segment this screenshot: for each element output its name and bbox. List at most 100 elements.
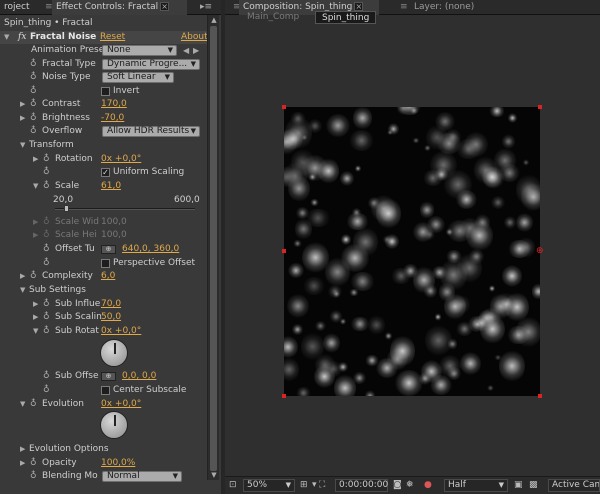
close-icon[interactable]: × <box>354 2 364 11</box>
reset-link[interactable]: Reset <box>100 31 125 44</box>
stopwatch-icon[interactable]: ♁ <box>30 127 39 136</box>
fx-icon[interactable]: fx <box>18 31 26 44</box>
perspective-offset-checkbox[interactable] <box>101 259 110 268</box>
zoom-dropdown[interactable]: 50% ▼ <box>243 479 295 492</box>
sub-rotation-value[interactable]: 0x +0,0° <box>101 325 141 338</box>
grid-icon[interactable]: ▾ <box>312 479 317 492</box>
evolution-value[interactable]: 0x +0,0° <box>101 398 141 411</box>
tab-effect-controls[interactable]: Effect Controls: Fractal × <box>52 0 187 15</box>
stopwatch-icon[interactable]: ♁ <box>43 155 52 164</box>
scroll-down-icon[interactable]: ▼ <box>210 471 218 479</box>
comp-tab-spin-thing[interactable]: Spin_thing <box>315 11 377 24</box>
opacity-value[interactable]: 100,0% <box>101 457 135 470</box>
expand-triangle-icon[interactable]: ▶ <box>33 311 38 324</box>
noise-type-dropdown[interactable]: Soft Linear ▼ <box>102 72 174 83</box>
stopwatch-icon[interactable]: ♁ <box>30 400 39 409</box>
mask-visibility-icon[interactable]: ⛶ <box>319 479 325 492</box>
layer-handle[interactable] <box>282 394 286 398</box>
overflow-dropdown[interactable]: Allow HDR Results ▼ <box>102 126 200 137</box>
stopwatch-icon[interactable]: ♁ <box>43 372 52 381</box>
stopwatch-icon[interactable]: ♁ <box>43 386 52 395</box>
collapse-triangle-icon[interactable]: ▼ <box>33 180 38 193</box>
layer-handle[interactable] <box>282 105 286 109</box>
comp-tab-main[interactable]: Main_Comp <box>247 12 299 22</box>
stopwatch-icon[interactable]: ♁ <box>43 327 52 336</box>
stopwatch-icon[interactable]: ♁ <box>30 87 39 96</box>
panel-menu-icon[interactable]: ▸≡ <box>196 0 216 15</box>
timecode-field[interactable]: 0:00:00:00 <box>335 479 388 492</box>
contrast-value[interactable]: 170,0 <box>101 98 127 111</box>
expand-triangle-icon[interactable]: ▶ <box>20 457 25 470</box>
animation-preset-dropdown[interactable]: None ▼ <box>102 45 177 56</box>
collapse-triangle-icon[interactable]: ▼ <box>20 398 25 411</box>
color-channels-icon[interactable]: ● <box>424 479 432 492</box>
blending-mode-dropdown[interactable]: Normal ▼ <box>102 471 182 482</box>
scale-slider-handle[interactable] <box>64 205 70 212</box>
layer-handle[interactable] <box>282 249 286 253</box>
collapse-triangle-icon[interactable]: ▼ <box>20 284 25 297</box>
tab-project[interactable]: roject <box>0 0 40 15</box>
anchor-point-icon[interactable]: ⊕ <box>536 246 544 256</box>
scale-slider-track[interactable] <box>55 205 195 212</box>
sub-offset-value[interactable]: 0,0, 0,0 <box>122 370 156 383</box>
center-subscale-checkbox[interactable] <box>101 386 110 395</box>
snapshot-camera-icon[interactable]: ◙ <box>393 479 402 492</box>
region-of-interest-icon[interactable]: ▣ <box>514 479 523 492</box>
expand-triangle-icon[interactable]: ▶ <box>20 443 25 456</box>
stopwatch-icon[interactable]: ♁ <box>43 300 52 309</box>
stopwatch-icon[interactable]: ♁ <box>30 73 39 82</box>
sub-scaling-value[interactable]: 50,0 <box>101 311 121 324</box>
collapse-triangle-icon[interactable]: ▼ <box>33 325 38 338</box>
stopwatch-icon[interactable]: ♁ <box>30 272 39 281</box>
stopwatch-icon[interactable]: ♁ <box>30 60 39 69</box>
collapse-triangle-icon[interactable]: ▼ <box>20 139 25 152</box>
expand-triangle-icon[interactable]: ▶ <box>20 98 25 111</box>
expand-triangle-icon[interactable]: ▶ <box>33 153 38 166</box>
uniform-scaling-checkbox[interactable]: ✓ <box>101 168 110 177</box>
scale-value[interactable]: 61,0 <box>101 180 121 193</box>
noise-blob <box>502 264 522 288</box>
stopwatch-icon[interactable]: ♁ <box>43 259 52 268</box>
uniform-scaling-label: Uniform Scaling <box>113 167 185 177</box>
next-preset-icon[interactable]: ▶ <box>193 44 199 57</box>
offset-turbulence-value[interactable]: 640,0, 360,0 <box>122 243 179 256</box>
layer-handle[interactable] <box>538 105 542 109</box>
scrollbar-thumb[interactable] <box>210 26 217 471</box>
stopwatch-icon[interactable]: ♁ <box>30 459 39 468</box>
expand-triangle-icon[interactable]: ▶ <box>20 112 25 125</box>
stopwatch-icon[interactable]: ♁ <box>30 100 39 109</box>
fractal-type-dropdown[interactable]: Dynamic Progre... ▼ <box>102 59 200 70</box>
invert-checkbox[interactable] <box>101 87 110 96</box>
scroll-up-icon[interactable]: ▲ <box>210 16 218 24</box>
expand-triangle-icon[interactable]: ▼ <box>4 31 9 44</box>
sub-rotation-dial[interactable] <box>100 339 128 367</box>
stopwatch-icon[interactable]: ♁ <box>43 245 52 254</box>
stopwatch-icon[interactable]: ♁ <box>30 472 39 481</box>
stopwatch-icon[interactable]: ♁ <box>30 114 39 123</box>
sub-influence-value[interactable]: 70,0 <box>101 298 121 311</box>
composition-viewer[interactable] <box>284 107 540 396</box>
expand-triangle-icon[interactable]: ▶ <box>33 298 38 311</box>
prev-preset-icon[interactable]: ◀ <box>183 44 189 57</box>
complexity-value[interactable]: 6,0 <box>101 270 115 283</box>
brightness-value[interactable]: -70,0 <box>101 112 124 125</box>
rotation-value[interactable]: 0x +0,0° <box>101 153 141 166</box>
crosshair-icon[interactable]: ⊕ <box>101 372 116 381</box>
stopwatch-icon[interactable]: ♁ <box>43 182 52 191</box>
evolution-dial[interactable] <box>100 411 128 439</box>
title-safe-icon[interactable]: ⊞ <box>300 479 308 492</box>
transparency-grid-icon[interactable]: ▩ <box>529 479 538 492</box>
layer-handle[interactable] <box>538 394 542 398</box>
crosshair-icon[interactable]: ⊕ <box>101 245 116 254</box>
noise-blob <box>339 170 354 187</box>
active-camera-dropdown[interactable]: Active Came <box>548 479 600 492</box>
vertical-scrollbar[interactable]: ▲ ▼ <box>207 15 219 480</box>
stopwatch-icon[interactable]: ♁ <box>43 313 52 322</box>
about-link[interactable]: About <box>181 31 208 44</box>
expand-triangle-icon[interactable]: ▶ <box>20 270 25 283</box>
show-snapshot-icon[interactable]: ❅ <box>406 479 414 492</box>
resolution-dropdown[interactable]: Half ▼ <box>444 479 508 492</box>
close-icon[interactable]: × <box>160 2 170 11</box>
always-preview-icon[interactable]: ⊡ <box>229 479 237 492</box>
stopwatch-icon[interactable]: ♁ <box>43 168 52 177</box>
